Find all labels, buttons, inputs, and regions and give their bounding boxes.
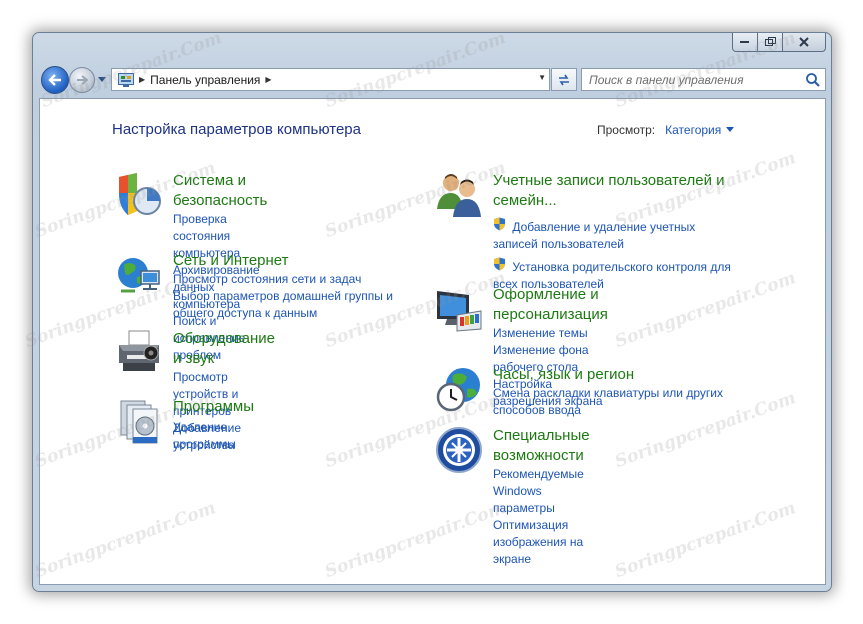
minimize-button[interactable] xyxy=(732,33,758,52)
programs-icon[interactable] xyxy=(115,397,163,445)
chevron-down-icon[interactable] xyxy=(726,127,735,132)
category-link[interactable]: Добавление и удаление учетных записей по… xyxy=(493,215,743,253)
search-input[interactable]: Поиск в панели управления xyxy=(582,73,805,87)
uac-shield-icon xyxy=(494,217,505,231)
refresh-button[interactable] xyxy=(551,68,577,91)
breadcrumb-separator-icon[interactable]: ▶ xyxy=(265,75,271,84)
users-icon[interactable] xyxy=(435,171,483,219)
restore-icon xyxy=(764,37,776,46)
address-dropdown-icon[interactable]: ▼ xyxy=(538,73,546,82)
category-link[interactable]: Смена раскладки клавиатуры или других сп… xyxy=(493,385,743,419)
back-button[interactable] xyxy=(41,66,69,94)
close-icon xyxy=(799,37,809,47)
uac-shield-icon xyxy=(494,257,505,271)
accessibility-icon[interactable] xyxy=(435,426,483,474)
category-text: Часы, язык и регион Смена раскладки клав… xyxy=(493,365,743,419)
category-title[interactable]: Оформление и персонализация xyxy=(493,285,608,325)
category-text: Учетные записи пользователей и семейн...… xyxy=(493,171,743,293)
view-dropdown[interactable]: Категория xyxy=(665,123,721,137)
shield-chart-icon[interactable] xyxy=(115,171,163,219)
breadcrumb-separator-icon[interactable]: ▶ xyxy=(139,75,145,84)
category-link-text[interactable]: Добавление и удаление учетных записей по… xyxy=(493,220,695,251)
category-link[interactable]: Удаление программы xyxy=(173,419,254,453)
category-text: Сеть и Интернет Просмотр состояния сети … xyxy=(173,251,401,322)
breadcrumb-control-panel[interactable]: Панель управления xyxy=(150,73,260,87)
category-title[interactable]: Оборудование и звук xyxy=(173,329,275,369)
search-box[interactable]: Поиск в панели управления xyxy=(581,68,826,91)
globe-clock-icon[interactable] xyxy=(435,365,483,413)
view-by-selector: Просмотр: Категория xyxy=(597,123,735,137)
category-link[interactable]: Просмотр состояния сети и задач xyxy=(173,271,401,288)
category-title[interactable]: Сеть и Интернет xyxy=(173,251,401,271)
forward-arrow-icon xyxy=(77,75,88,85)
history-dropdown-icon[interactable] xyxy=(97,74,107,84)
category-link[interactable]: Рекомендуемые Windows параметры xyxy=(493,466,590,517)
control-panel-icon xyxy=(118,72,134,87)
minimize-icon xyxy=(740,41,749,43)
search-icon[interactable] xyxy=(805,72,821,88)
page-title: Настройка параметров компьютера xyxy=(112,121,361,138)
address-bar[interactable]: ▶ Панель управления ▶ ▼ xyxy=(111,68,550,91)
category-title[interactable]: Часы, язык и регион xyxy=(493,365,743,385)
category-text: Программы Удаление программы xyxy=(173,397,254,453)
content-pane: Настройка параметров компьютера Просмотр… xyxy=(39,98,826,585)
category-title[interactable]: Специальные возможности xyxy=(493,426,590,466)
globe-network-icon[interactable] xyxy=(115,251,163,299)
view-label: Просмотр: xyxy=(597,123,656,137)
caption-buttons xyxy=(732,33,826,52)
category-text: Специальные возможности Рекомендуемые Wi… xyxy=(493,426,590,568)
category-title[interactable]: Система и безопасность xyxy=(173,171,267,211)
control-panel-window: ▶ Панель управления ▶ ▼ Поиск в панели у… xyxy=(32,32,832,592)
category-title[interactable]: Программы xyxy=(173,397,254,417)
navigation-bar: ▶ Панель управления ▶ ▼ Поиск в панели у… xyxy=(39,64,826,94)
printer-icon[interactable] xyxy=(115,329,163,377)
category-link[interactable]: Выбор параметров домашней группы и общег… xyxy=(173,288,401,322)
forward-button[interactable] xyxy=(69,67,95,93)
monitor-palette-icon[interactable] xyxy=(435,285,483,333)
refresh-icon xyxy=(559,74,569,85)
close-button[interactable] xyxy=(783,33,826,52)
back-arrow-icon xyxy=(48,74,61,86)
category-title[interactable]: Учетные записи пользователей и семейн... xyxy=(493,171,743,211)
maximize-button[interactable] xyxy=(758,33,783,52)
category-link[interactable]: Изменение темы xyxy=(493,325,608,342)
category-link[interactable]: Оптимизация изображения на экране xyxy=(493,517,590,568)
